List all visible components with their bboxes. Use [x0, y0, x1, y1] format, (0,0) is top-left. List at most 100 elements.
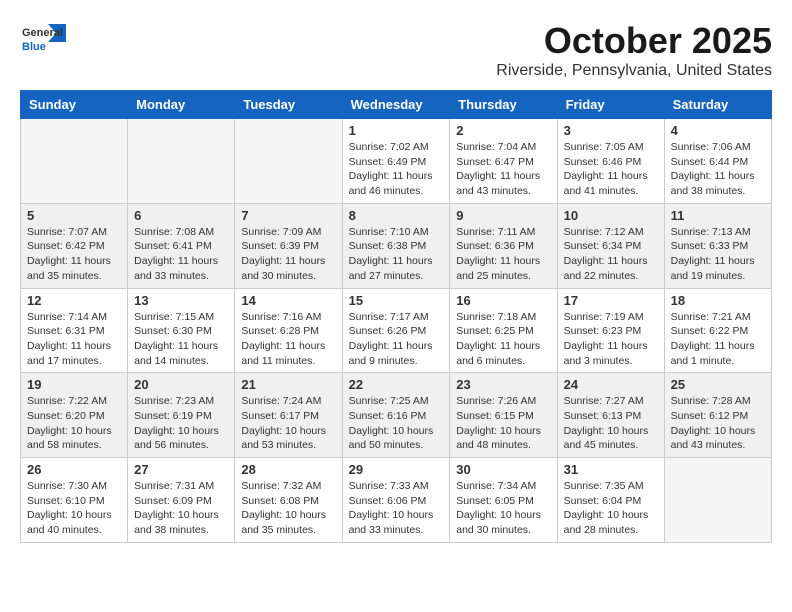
day-number: 4	[671, 123, 765, 138]
day-number: 10	[564, 208, 658, 223]
day-number: 1	[349, 123, 444, 138]
day-info: Sunrise: 7:05 AM Sunset: 6:46 PM Dayligh…	[564, 140, 658, 199]
calendar-day-cell: 1 Sunrise: 7:02 AM Sunset: 6:49 PM Daylig…	[342, 119, 450, 204]
logo: General Blue	[20, 20, 68, 58]
calendar-day-cell	[664, 458, 771, 543]
day-info: Sunrise: 7:06 AM Sunset: 6:44 PM Dayligh…	[671, 140, 765, 199]
day-info: Sunrise: 7:22 AM Sunset: 6:20 PM Dayligh…	[27, 394, 121, 453]
calendar-day-cell: 16Sunrise: 7:18 AM Sunset: 6:25 PM Dayli…	[450, 288, 557, 373]
calendar-header-saturday: Saturday	[664, 91, 771, 119]
calendar-day-cell: 22 Sunrise: 7:25 AM Sunset: 6:16 PM Dayli…	[342, 373, 450, 458]
day-info: Sunrise: 7:08 AM Sunset: 6:41 PM Dayligh…	[134, 225, 228, 284]
calendar-table: SundayMondayTuesdayWednesdayThursdayFrid…	[20, 90, 772, 543]
day-number: 6	[134, 208, 228, 223]
calendar-day-cell: 31 Sunrise: 7:35 AM Sunset: 6:04 PM Dayli…	[557, 458, 664, 543]
location: Riverside, Pennsylvania, United States	[496, 62, 772, 80]
calendar-day-cell: 29 Sunrise: 7:33 AM Sunset: 6:06 PM Dayli…	[342, 458, 450, 543]
day-info: Sunrise: 7:23 AM Sunset: 6:19 PM Dayligh…	[134, 394, 228, 453]
day-number: 23	[456, 377, 550, 392]
day-info: Sunrise: 7:17 AM Sunset: 6:26 PM Dayligh…	[349, 310, 444, 369]
calendar-day-cell: 23 Sunrise: 7:26 AM Sunset: 6:15 PM Dayli…	[450, 373, 557, 458]
day-info: Sunrise: 7:04 AM Sunset: 6:47 PM Dayligh…	[456, 140, 550, 199]
day-info: Sunrise: 7:27 AM Sunset: 6:13 PM Dayligh…	[564, 394, 658, 453]
day-info: Sunrise: 7:24 AM Sunset: 6:17 PM Dayligh…	[241, 394, 335, 453]
day-number: 2	[456, 123, 550, 138]
calendar-day-cell	[128, 119, 235, 204]
day-info: Sunrise: 7:10 AM Sunset: 6:38 PM Dayligh…	[349, 225, 444, 284]
calendar-header-monday: Monday	[128, 91, 235, 119]
day-info: Sunrise: 7:15 AM Sunset: 6:30 PM Dayligh…	[134, 310, 228, 369]
calendar-day-cell: 10 Sunrise: 7:12 AM Sunset: 6:34 PM Dayli…	[557, 203, 664, 288]
calendar-day-cell	[21, 119, 128, 204]
calendar-day-cell: 9Sunrise: 7:11 AM Sunset: 6:36 PM Daylig…	[450, 203, 557, 288]
day-number: 9	[456, 208, 550, 223]
calendar-week-row: 5Sunrise: 7:07 AM Sunset: 6:42 PM Daylig…	[21, 203, 772, 288]
day-number: 30	[456, 462, 550, 477]
svg-text:General: General	[22, 27, 63, 39]
calendar-day-cell: 2 Sunrise: 7:04 AM Sunset: 6:47 PM Daylig…	[450, 119, 557, 204]
day-info: Sunrise: 7:35 AM Sunset: 6:04 PM Dayligh…	[564, 479, 658, 538]
calendar-header-wednesday: Wednesday	[342, 91, 450, 119]
day-number: 26	[27, 462, 121, 477]
month-title: October 2025	[496, 20, 772, 62]
calendar-header-tuesday: Tuesday	[235, 91, 342, 119]
day-info: Sunrise: 7:16 AM Sunset: 6:28 PM Dayligh…	[241, 310, 335, 369]
day-number: 8	[349, 208, 444, 223]
day-number: 29	[349, 462, 444, 477]
calendar-day-cell: 8 Sunrise: 7:10 AM Sunset: 6:38 PM Daylig…	[342, 203, 450, 288]
day-info: Sunrise: 7:25 AM Sunset: 6:16 PM Dayligh…	[349, 394, 444, 453]
calendar-header-sunday: Sunday	[21, 91, 128, 119]
day-number: 16	[456, 293, 550, 308]
calendar-day-cell: 5Sunrise: 7:07 AM Sunset: 6:42 PM Daylig…	[21, 203, 128, 288]
calendar-day-cell: 13 Sunrise: 7:15 AM Sunset: 6:30 PM Dayli…	[128, 288, 235, 373]
calendar-day-cell: 27 Sunrise: 7:31 AM Sunset: 6:09 PM Dayli…	[128, 458, 235, 543]
calendar-day-cell: 18 Sunrise: 7:21 AM Sunset: 6:22 PM Dayli…	[664, 288, 771, 373]
day-number: 11	[671, 208, 765, 223]
day-info: Sunrise: 7:12 AM Sunset: 6:34 PM Dayligh…	[564, 225, 658, 284]
day-info: Sunrise: 7:02 AM Sunset: 6:49 PM Dayligh…	[349, 140, 444, 199]
logo-icon: General Blue	[20, 20, 68, 58]
day-number: 3	[564, 123, 658, 138]
day-info: Sunrise: 7:31 AM Sunset: 6:09 PM Dayligh…	[134, 479, 228, 538]
day-number: 19	[27, 377, 121, 392]
calendar-day-cell: 19 Sunrise: 7:22 AM Sunset: 6:20 PM Dayli…	[21, 373, 128, 458]
day-number: 13	[134, 293, 228, 308]
calendar-day-cell: 6 Sunrise: 7:08 AM Sunset: 6:41 PM Daylig…	[128, 203, 235, 288]
day-info: Sunrise: 7:30 AM Sunset: 6:10 PM Dayligh…	[27, 479, 121, 538]
calendar-day-cell: 3 Sunrise: 7:05 AM Sunset: 6:46 PM Daylig…	[557, 119, 664, 204]
day-number: 12	[27, 293, 121, 308]
calendar-day-cell: 20 Sunrise: 7:23 AM Sunset: 6:19 PM Dayli…	[128, 373, 235, 458]
day-info: Sunrise: 7:34 AM Sunset: 6:05 PM Dayligh…	[456, 479, 550, 538]
day-info: Sunrise: 7:21 AM Sunset: 6:22 PM Dayligh…	[671, 310, 765, 369]
svg-text:Blue: Blue	[22, 41, 46, 53]
calendar-week-row: 26 Sunrise: 7:30 AM Sunset: 6:10 PM Dayli…	[21, 458, 772, 543]
calendar-header-friday: Friday	[557, 91, 664, 119]
day-info: Sunrise: 7:09 AM Sunset: 6:39 PM Dayligh…	[241, 225, 335, 284]
day-info: Sunrise: 7:07 AM Sunset: 6:42 PM Dayligh…	[27, 225, 121, 284]
day-info: Sunrise: 7:13 AM Sunset: 6:33 PM Dayligh…	[671, 225, 765, 284]
day-number: 22	[349, 377, 444, 392]
day-number: 20	[134, 377, 228, 392]
day-number: 15	[349, 293, 444, 308]
day-number: 17	[564, 293, 658, 308]
calendar-day-cell: 17 Sunrise: 7:19 AM Sunset: 6:23 PM Dayli…	[557, 288, 664, 373]
day-number: 18	[671, 293, 765, 308]
day-number: 27	[134, 462, 228, 477]
calendar-day-cell: 21Sunrise: 7:24 AM Sunset: 6:17 PM Dayli…	[235, 373, 342, 458]
calendar-day-cell: 25Sunrise: 7:28 AM Sunset: 6:12 PM Dayli…	[664, 373, 771, 458]
day-number: 14	[241, 293, 335, 308]
calendar-week-row: 19 Sunrise: 7:22 AM Sunset: 6:20 PM Dayli…	[21, 373, 772, 458]
calendar-day-cell: 11 Sunrise: 7:13 AM Sunset: 6:33 PM Dayli…	[664, 203, 771, 288]
day-info: Sunrise: 7:33 AM Sunset: 6:06 PM Dayligh…	[349, 479, 444, 538]
calendar-header-row: SundayMondayTuesdayWednesdayThursdayFrid…	[21, 91, 772, 119]
calendar-week-row: 1 Sunrise: 7:02 AM Sunset: 6:49 PM Daylig…	[21, 119, 772, 204]
day-number: 25	[671, 377, 765, 392]
calendar-day-cell: 4 Sunrise: 7:06 AM Sunset: 6:44 PM Daylig…	[664, 119, 771, 204]
day-info: Sunrise: 7:14 AM Sunset: 6:31 PM Dayligh…	[27, 310, 121, 369]
day-info: Sunrise: 7:19 AM Sunset: 6:23 PM Dayligh…	[564, 310, 658, 369]
day-number: 31	[564, 462, 658, 477]
day-info: Sunrise: 7:26 AM Sunset: 6:15 PM Dayligh…	[456, 394, 550, 453]
title-section: October 2025 Riverside, Pennsylvania, Un…	[496, 20, 772, 80]
calendar-week-row: 12 Sunrise: 7:14 AM Sunset: 6:31 PM Dayli…	[21, 288, 772, 373]
calendar-day-cell: 7Sunrise: 7:09 AM Sunset: 6:39 PM Daylig…	[235, 203, 342, 288]
